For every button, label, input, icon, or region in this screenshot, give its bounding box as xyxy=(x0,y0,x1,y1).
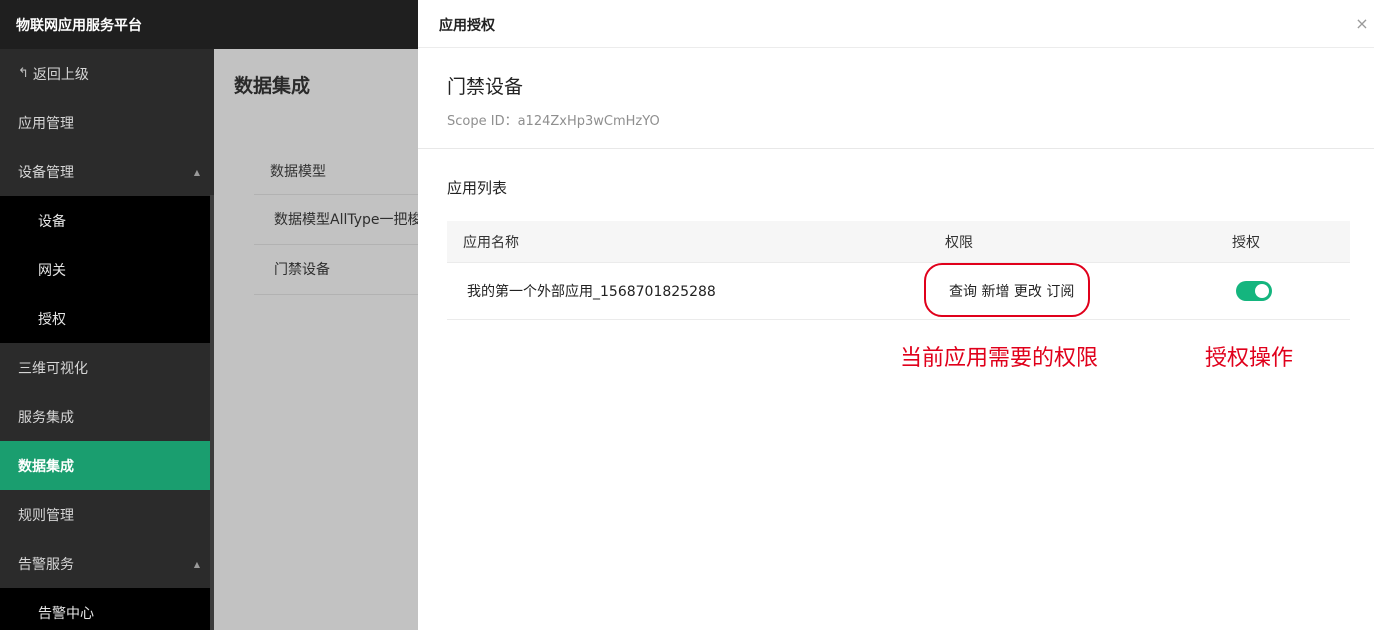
sidebar-item-devices[interactable]: 设备 xyxy=(0,196,210,245)
permission-annotation: 当前应用需要的权限 xyxy=(900,346,1099,371)
main-content: 数据集成 数据模型 数据模型AllType一把梭 门禁设备 xyxy=(214,49,418,630)
device-name: 门禁设备 xyxy=(447,76,524,98)
sidebar-item-label: 设备 xyxy=(38,213,66,230)
table-row: 我的第一个外部应用_1568701825288 查询 新增 更改 订阅 xyxy=(447,263,1350,320)
sidebar-item-label: 网关 xyxy=(38,262,66,279)
scope-id: Scope ID：a124ZxHp3wCmHzYO xyxy=(447,114,660,129)
app-list-table: 应用名称 权限 授权 我的第一个外部应用_1568701825288 查询 新增… xyxy=(447,221,1350,320)
table-header: 应用名称 权限 授权 xyxy=(447,221,1350,263)
sidebar-item-alarm-service[interactable]: 告警服务 ▲ xyxy=(0,539,210,588)
table-header: 数据模型 xyxy=(254,150,418,195)
sidebar-back-label: 返回上级 xyxy=(32,66,89,83)
sidebar-item-label: 授权 xyxy=(38,311,66,328)
close-icon[interactable]: × xyxy=(1354,14,1370,34)
column-app-name: 应用名称 xyxy=(463,234,519,251)
sidebar-item-label: 告警服务 xyxy=(18,556,74,573)
column-authorize: 授权 xyxy=(1232,234,1260,251)
drawer-title: 应用授权 xyxy=(439,18,495,34)
sidebar-item-app-management[interactable]: 应用管理 xyxy=(0,98,210,147)
auth-cell xyxy=(1236,263,1272,319)
section-title: 应用列表 xyxy=(447,179,508,197)
app-name: 我的第一个外部应用_1568701825288 xyxy=(467,284,716,300)
sidebar-item-label: 服务集成 xyxy=(18,409,74,426)
return-arrow-icon: ↰ xyxy=(18,66,29,81)
sidebar-item-rule-management[interactable]: 规则管理 xyxy=(0,490,210,539)
permission-highlight-circle xyxy=(924,263,1090,317)
sidebar-item-gateways[interactable]: 网关 xyxy=(0,245,210,294)
page-title: 数据集成 xyxy=(234,75,311,97)
caret-up-icon: ▲ xyxy=(193,168,200,177)
sidebar-item-service-integration[interactable]: 服务集成 xyxy=(0,392,210,441)
sidebar-item-label: 规则管理 xyxy=(18,507,74,524)
table-row[interactable]: 门禁设备 xyxy=(254,245,418,295)
sidebar: ↰ 返回上级 应用管理 设备管理 ▲ 设备 网关 授权 三维可视化 服务集成 数… xyxy=(0,49,214,630)
sidebar-item-device-management[interactable]: 设备管理 ▲ xyxy=(0,147,210,196)
brand-title: 物联网应用服务平台 xyxy=(16,18,142,34)
table-row[interactable]: 数据模型AllType一把梭 xyxy=(254,195,418,245)
caret-up-icon: ▲ xyxy=(193,560,200,569)
sidebar-item-label: 告警中心 xyxy=(38,605,94,622)
sidebar-item-data-integration[interactable]: 数据集成 xyxy=(0,441,210,490)
sidebar-back-link[interactable]: ↰ 返回上级 xyxy=(0,49,210,98)
auth-annotation: 授权操作 xyxy=(1205,346,1294,371)
authorization-drawer: 应用授权 × 门禁设备 Scope ID：a124ZxHp3wCmHzYO 应用… xyxy=(418,0,1374,630)
data-model-table: 数据模型 数据模型AllType一把梭 门禁设备 xyxy=(254,150,418,295)
top-bar: 物联网应用服务平台 xyxy=(0,0,418,49)
toggle-knob xyxy=(1255,284,1269,298)
sidebar-item-3d-visualization[interactable]: 三维可视化 xyxy=(0,343,210,392)
sidebar-item-label: 应用管理 xyxy=(18,115,74,132)
divider xyxy=(418,148,1374,149)
sidebar-item-alarm-center[interactable]: 告警中心 xyxy=(0,588,210,630)
drawer-header: 应用授权 × xyxy=(418,0,1374,48)
sidebar-item-authorization[interactable]: 授权 xyxy=(0,294,210,343)
sidebar-item-label: 数据集成 xyxy=(18,458,74,475)
authorize-toggle[interactable] xyxy=(1236,281,1272,301)
sidebar-item-label: 三维可视化 xyxy=(18,360,88,377)
sidebar-item-label: 设备管理 xyxy=(18,164,74,181)
column-permission: 权限 xyxy=(945,234,973,251)
